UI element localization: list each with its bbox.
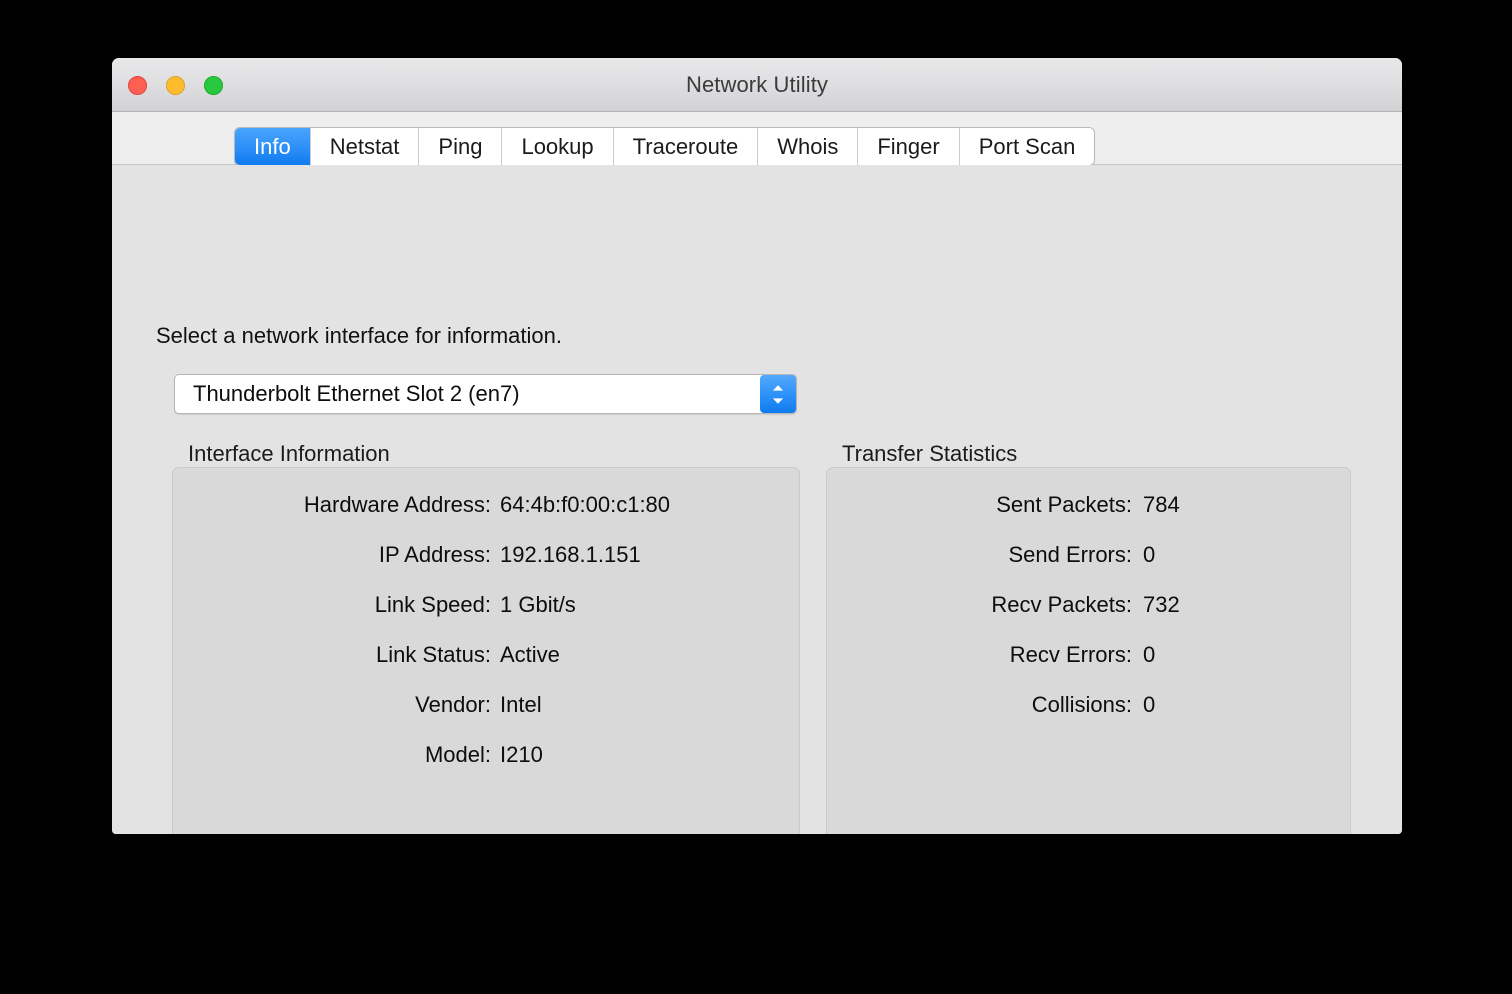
table-row: Link Speed: 1 Gbit/s bbox=[173, 592, 799, 642]
tab-bar: Info Netstat Ping Lookup Traceroute Whoi… bbox=[234, 127, 1096, 166]
link-status-value: Active bbox=[500, 642, 560, 667]
table-row: IP Address: 192.168.1.151 bbox=[173, 542, 799, 592]
tab-finger[interactable]: Finger bbox=[857, 128, 959, 165]
link-speed-value: 1 Gbit/s bbox=[500, 592, 576, 617]
recv-packets-value: 732 bbox=[1143, 592, 1180, 617]
table-row: Collisions: 0 bbox=[827, 692, 1350, 742]
recv-errors-value: 0 bbox=[1143, 642, 1156, 667]
network-interface-select[interactable]: Thunderbolt Ethernet Slot 2 (en7) bbox=[174, 374, 797, 414]
interface-information-title: Interface Information bbox=[188, 441, 390, 466]
tab-ping[interactable]: Ping bbox=[418, 128, 502, 165]
window-titlebar: Network Utility bbox=[112, 58, 1402, 112]
table-row: Link Status: Active bbox=[173, 642, 799, 692]
tab-port-scan[interactable]: Port Scan bbox=[958, 128, 1095, 165]
model-value: I210 bbox=[500, 742, 543, 767]
model-label: Model: bbox=[424, 742, 491, 767]
network-interface-select-value: Thunderbolt Ethernet Slot 2 (en7) bbox=[193, 381, 520, 406]
transfer-statistics-rows: Sent Packets: 784 Send Errors: 0 Recv Pa… bbox=[827, 492, 1350, 742]
send-errors-value: 0 bbox=[1143, 542, 1156, 567]
table-row: Model: I210 bbox=[173, 742, 799, 792]
table-row: Recv Errors: 0 bbox=[827, 642, 1350, 692]
vendor-label: Vendor: bbox=[415, 692, 491, 717]
send-errors-label: Send Errors: bbox=[1008, 542, 1133, 567]
recv-packets-label: Recv Packets: bbox=[991, 592, 1132, 617]
tab-lookup[interactable]: Lookup bbox=[501, 128, 613, 165]
sent-packets-label: Sent Packets: bbox=[996, 492, 1132, 517]
tabbar-region: Info Netstat Ping Lookup Traceroute Whoi… bbox=[112, 112, 1402, 166]
network-utility-window: Network Utility Info Netstat Ping Lookup… bbox=[112, 58, 1402, 834]
chevron-up-down-icon[interactable] bbox=[760, 375, 796, 413]
tab-traceroute[interactable]: Traceroute bbox=[612, 128, 758, 165]
link-speed-label: Link Speed: bbox=[374, 592, 491, 617]
desktop-background: Network Utility Info Netstat Ping Lookup… bbox=[0, 0, 1512, 994]
table-row: Recv Packets: 732 bbox=[827, 592, 1350, 642]
tab-netstat[interactable]: Netstat bbox=[309, 128, 419, 165]
tab-info[interactable]: Info bbox=[235, 128, 310, 165]
table-row: Sent Packets: 784 bbox=[827, 492, 1350, 542]
transfer-statistics-title: Transfer Statistics bbox=[842, 441, 1018, 466]
recv-errors-label: Recv Errors: bbox=[1009, 642, 1132, 667]
collisions-label: Collisions: bbox=[1031, 692, 1132, 717]
window-title: Network Utility bbox=[685, 72, 829, 97]
link-status-label: Link Status: bbox=[376, 642, 491, 667]
interface-information-rows: Hardware Address: 64:4b:f0:00:c1:80 IP A… bbox=[173, 492, 799, 792]
transfer-statistics-box: Sent Packets: 784 Send Errors: 0 Recv Pa… bbox=[826, 467, 1351, 834]
hardware-address-value: 64:4b:f0:00:c1:80 bbox=[500, 492, 671, 517]
ip-address-value: 192.168.1.151 bbox=[500, 542, 641, 567]
table-row: Send Errors: 0 bbox=[827, 542, 1350, 592]
instruction-text: Select a network interface for informati… bbox=[156, 323, 562, 348]
vendor-value: Intel bbox=[500, 692, 542, 717]
tab-whois[interactable]: Whois bbox=[757, 128, 858, 165]
collisions-value: 0 bbox=[1143, 692, 1156, 717]
interface-information-box: Hardware Address: 64:4b:f0:00:c1:80 IP A… bbox=[172, 467, 800, 834]
sent-packets-value: 784 bbox=[1143, 492, 1180, 517]
table-row: Hardware Address: 64:4b:f0:00:c1:80 bbox=[173, 492, 799, 542]
ip-address-label: IP Address: bbox=[378, 542, 491, 567]
table-row: Vendor: Intel bbox=[173, 692, 799, 742]
info-tab-pane: Select a network interface for informati… bbox=[112, 165, 1402, 834]
hardware-address-label: Hardware Address: bbox=[303, 492, 491, 517]
